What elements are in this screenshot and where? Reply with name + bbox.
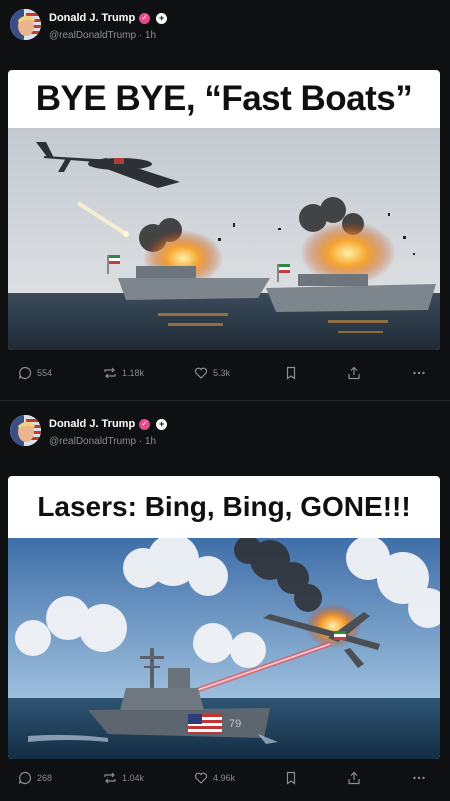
verified-badge-icon: ✓ <box>139 418 151 430</box>
drone-strike-scene <box>8 128 440 350</box>
post-actions: 268 1.04k 4.96k <box>0 771 450 791</box>
post-actions: 554 1.18k 5.3k <box>0 366 450 386</box>
reply-icon <box>18 771 32 785</box>
bookmark-icon <box>286 771 296 785</box>
laser-strike-scene: 79 <box>8 538 440 759</box>
reply-count: 554 <box>37 368 53 378</box>
follow-plus-icon[interactable]: + <box>156 12 168 24</box>
bookmark-button[interactable] <box>284 771 298 785</box>
reply-count: 268 <box>37 773 53 783</box>
repost-button[interactable]: 1.18k <box>103 366 144 380</box>
like-button[interactable]: 4.96k <box>194 771 235 785</box>
author-name[interactable]: Donald J. Trump <box>49 418 135 430</box>
like-count: 5.3k <box>213 368 231 378</box>
share-icon <box>348 366 360 380</box>
share-button[interactable] <box>347 366 361 380</box>
avatar[interactable] <box>10 415 41 446</box>
like-count: 4.96k <box>213 773 236 783</box>
share-button[interactable] <box>347 771 361 785</box>
more-button[interactable] <box>412 771 426 785</box>
share-icon <box>348 771 360 785</box>
reply-icon <box>18 366 32 380</box>
author-handle[interactable]: @realDonaldTrump · 1h <box>49 436 156 447</box>
repost-button[interactable]: 1.04k <box>103 771 144 785</box>
repost-count: 1.04k <box>122 773 145 783</box>
follow-plus-icon[interactable]: + <box>156 418 168 430</box>
more-button[interactable] <box>412 366 426 380</box>
post-image[interactable]: Lasers: Bing, Bing, GONE!!! 79 <box>8 476 440 759</box>
author-name[interactable]: Donald J. Trump <box>49 12 135 24</box>
verified-badge-icon: ✓ <box>139 12 151 24</box>
post[interactable]: Donald J. Trump ✓ + @realDonaldTrump · 1… <box>0 0 450 400</box>
repost-icon <box>104 772 116 784</box>
heart-icon <box>194 367 208 379</box>
bookmark-button[interactable] <box>284 366 298 380</box>
bookmark-icon <box>286 366 296 380</box>
image-headline: Lasers: Bing, Bing, GONE!!! <box>37 491 411 522</box>
svg-text:79: 79 <box>229 718 241 730</box>
more-icon <box>413 371 425 375</box>
avatar[interactable] <box>10 9 41 40</box>
reply-button[interactable]: 268 <box>18 771 52 785</box>
more-icon <box>413 776 425 780</box>
author-handle[interactable]: @realDonaldTrump · 1h <box>49 30 156 41</box>
heart-icon <box>194 772 208 784</box>
repost-icon <box>104 367 116 379</box>
repost-count: 1.18k <box>122 368 145 378</box>
post[interactable]: Donald J. Trump ✓ + @realDonaldTrump · 1… <box>0 400 450 801</box>
post-image[interactable]: BYE BYE, “Fast Boats” <box>8 70 440 350</box>
like-button[interactable]: 5.3k <box>194 366 230 380</box>
reply-button[interactable]: 554 <box>18 366 52 380</box>
image-headline: BYE BYE, “Fast Boats” <box>35 79 413 118</box>
